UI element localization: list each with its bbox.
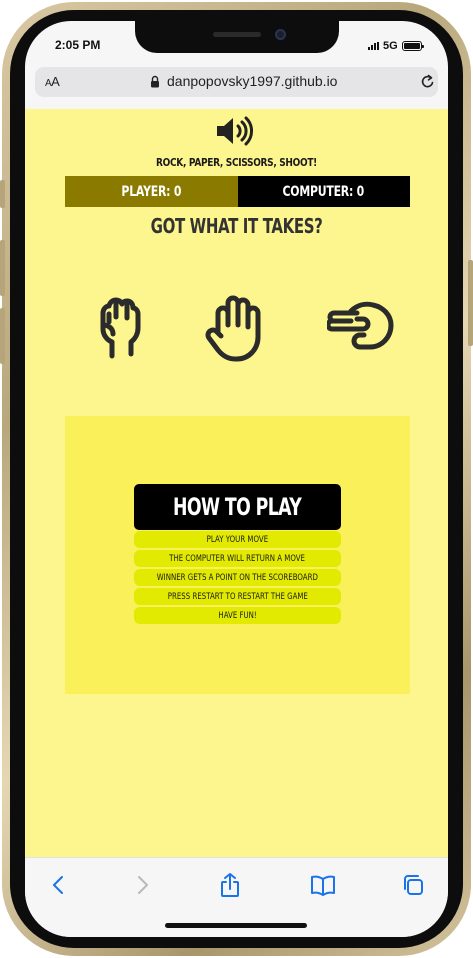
how-to-play-step-text: PLAY YOUR MOVE	[206, 534, 269, 545]
tabs-button[interactable]	[398, 872, 428, 898]
rock-button[interactable]	[82, 291, 156, 363]
tabs-icon	[404, 875, 423, 895]
forward-icon	[138, 876, 148, 894]
how-to-play-list: PLAY YOUR MOVE THE COMPUTER WILL RETURN …	[134, 531, 341, 626]
open-hand-icon	[205, 295, 261, 362]
how-to-play-title-text: HOW TO PLAY	[173, 493, 302, 521]
computer-score: COMPUTER: 0	[237, 176, 410, 207]
player-score: PLAYER: 0	[65, 176, 238, 207]
share-icon	[221, 873, 239, 897]
scissors-button[interactable]	[325, 291, 399, 363]
how-to-play-step: HAVE FUN!	[134, 607, 341, 624]
battery-icon	[401, 41, 424, 51]
url-text[interactable]: danpopovsky1997.github.io	[167, 73, 337, 89]
share-button[interactable]	[215, 872, 245, 898]
back-button[interactable]	[43, 872, 73, 898]
status-time: 2:05 PM	[55, 38, 101, 52]
front-camera	[275, 29, 286, 40]
game-page: ROCK, PAPER, SCISSORS, SHOOT! PLAYER: 0 …	[25, 109, 448, 857]
phone-volume-up-button	[0, 240, 5, 296]
challenge-heading: GOT WHAT IT TAKES?	[25, 214, 448, 238]
player-score-text: PLAYER: 0	[121, 183, 182, 200]
challenge-heading-text: GOT WHAT IT TAKES?	[150, 214, 323, 238]
back-icon	[53, 876, 63, 894]
how-to-play-step: WINNER GETS A POINT ON THE SCOREBOARD	[134, 569, 341, 586]
how-to-play-step: PRESS RESTART TO RESTART THE GAME	[134, 588, 341, 605]
home-indicator[interactable]	[165, 923, 307, 928]
computer-score-text: COMPUTER: 0	[282, 183, 365, 200]
reload-icon[interactable]	[419, 73, 436, 90]
notch	[135, 21, 339, 53]
forward-button[interactable]	[128, 872, 158, 898]
how-to-play-step-text: WINNER GETS A POINT ON THE SCOREBOARD	[156, 572, 319, 583]
paper-button[interactable]	[200, 291, 274, 363]
how-to-play-step-text: HAVE FUN!	[218, 610, 257, 621]
fist-icon	[100, 297, 141, 359]
how-to-play-panel: HOW TO PLAY PLAY YOUR MOVE THE COMPUTER …	[65, 416, 410, 694]
bookmarks-icon	[311, 875, 335, 896]
scoreboard: PLAYER: 0 COMPUTER: 0	[65, 176, 410, 207]
speaker-volume-icon[interactable]	[215, 114, 259, 148]
status-indicators: 5G	[368, 40, 424, 52]
game-tagline: ROCK, PAPER, SCISSORS, SHOOT!	[156, 156, 317, 169]
how-to-play-step: PLAY YOUR MOVE	[134, 531, 341, 548]
how-to-play-title: HOW TO PLAY	[134, 484, 341, 530]
how-to-play-step: THE COMPUTER WILL RETURN A MOVE	[134, 550, 341, 567]
network-label: 5G	[383, 40, 398, 52]
how-to-play-step-text: THE COMPUTER WILL RETURN A MOVE	[169, 553, 306, 564]
reader-settings-button[interactable]: AA	[45, 74, 60, 89]
reader-settings-label: A	[51, 74, 60, 89]
screen: 2:05 PM 5G AA danpopovsky1997.github.io	[25, 21, 448, 937]
bookmarks-button[interactable]	[308, 872, 338, 898]
phone-volume-down-button	[0, 308, 5, 364]
how-to-play-step-text: PRESS RESTART TO RESTART THE GAME	[167, 591, 308, 602]
address-bar[interactable]: AA danpopovsky1997.github.io	[35, 67, 438, 97]
scissors-hand-icon	[327, 301, 394, 350]
speaker-grille	[213, 32, 261, 37]
lock-icon	[151, 75, 159, 88]
phone-side-button	[0, 180, 5, 208]
signal-icon	[368, 42, 379, 50]
phone-power-button	[468, 260, 473, 346]
